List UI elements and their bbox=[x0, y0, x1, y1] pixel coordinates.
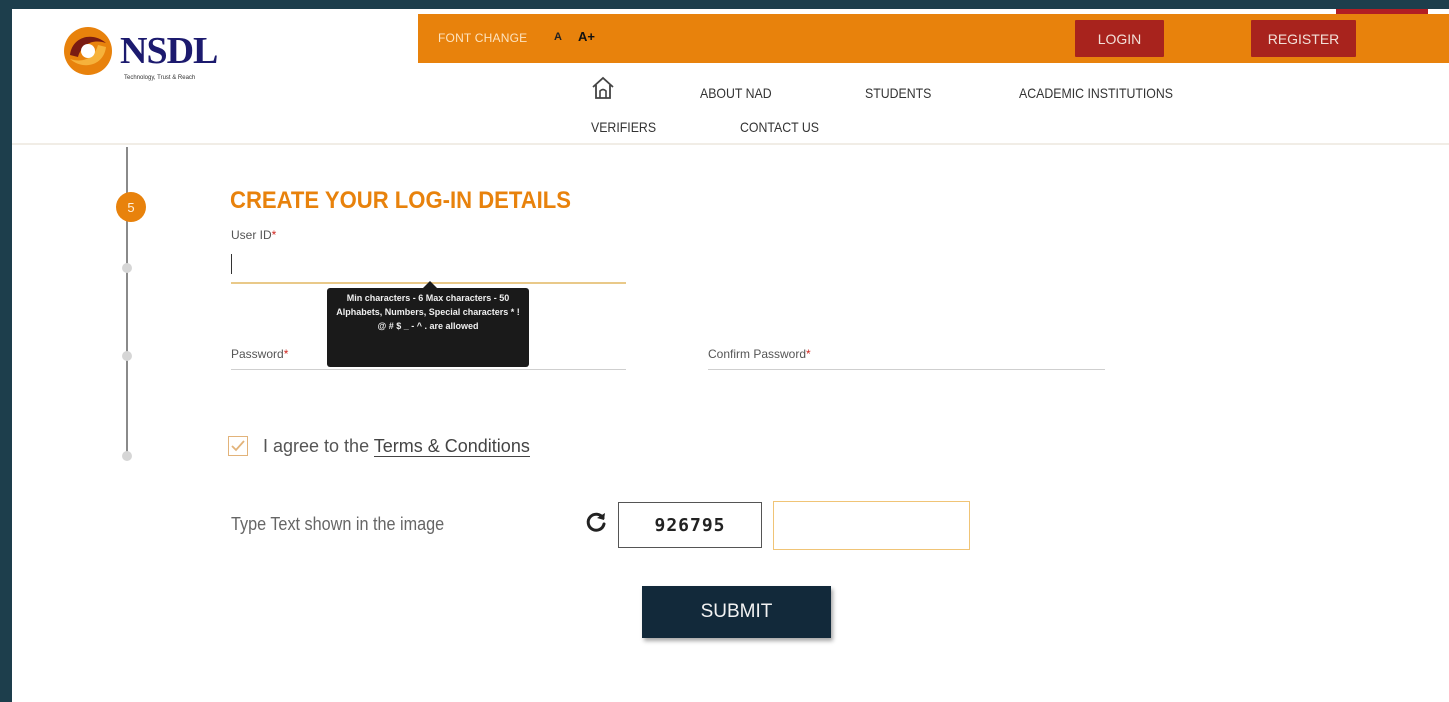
captcha-image: 926795 bbox=[618, 502, 762, 548]
page: NSDL Technology, Trust & Reach FONT CHAN… bbox=[12, 9, 1449, 702]
agree-text: I agree to the Terms & Conditions bbox=[263, 436, 530, 457]
confirm-password-input[interactable] bbox=[708, 369, 1105, 370]
terms-link[interactable]: Terms & Conditions bbox=[373, 436, 530, 457]
nav-students[interactable]: STUDENTS bbox=[865, 85, 931, 101]
user-id-input[interactable] bbox=[231, 249, 626, 281]
step-badge: 5 bbox=[116, 192, 146, 222]
header-divider bbox=[12, 143, 1449, 145]
home-icon[interactable] bbox=[590, 75, 616, 101]
nav-verifiers[interactable]: VERIFIERS bbox=[591, 119, 656, 135]
step-dot bbox=[122, 263, 132, 273]
captcha-label: Type Text shown in the image bbox=[231, 514, 445, 534]
font-change-label: FONT CHANGE bbox=[438, 31, 528, 45]
form-title: CREATE YOUR LOG-IN DETAILS bbox=[230, 187, 572, 214]
register-button[interactable]: REGISTER bbox=[1251, 20, 1356, 57]
logo-tagline: Technology, Trust & Reach bbox=[124, 75, 196, 81]
user-id-tooltip: Min characters - 6 Max characters - 50 A… bbox=[327, 288, 529, 367]
check-icon bbox=[231, 440, 245, 452]
password-label: Password* bbox=[231, 347, 289, 361]
captcha-input[interactable] bbox=[773, 501, 970, 550]
step-dot bbox=[122, 451, 132, 461]
font-small-button[interactable]: A bbox=[554, 31, 562, 43]
confirm-password-label: Confirm Password* bbox=[708, 347, 811, 361]
login-button[interactable]: LOGIN bbox=[1075, 20, 1164, 57]
password-input[interactable] bbox=[231, 369, 626, 370]
submit-button[interactable]: SUBMIT bbox=[642, 586, 831, 638]
user-id-label: User ID* bbox=[231, 228, 277, 242]
nav-about-nad[interactable]: ABOUT NAD bbox=[700, 85, 772, 101]
nav-contact-us[interactable]: CONTACT US bbox=[740, 119, 819, 135]
nsdl-logo-mark bbox=[64, 27, 112, 75]
nsdl-logo[interactable]: NSDL Technology, Trust & Reach bbox=[62, 25, 262, 95]
terms-checkbox[interactable] bbox=[228, 436, 248, 456]
step-dot bbox=[122, 351, 132, 361]
refresh-icon[interactable] bbox=[584, 510, 608, 534]
logo-text: NSDL bbox=[120, 30, 218, 72]
top-bar: FONT CHANGE A A+ LOGIN REGISTER bbox=[418, 14, 1449, 63]
tooltip-arrow bbox=[423, 281, 437, 288]
nav-academic-institutions[interactable]: ACADEMIC INSTITUTIONS bbox=[1019, 85, 1173, 101]
font-large-button[interactable]: A+ bbox=[578, 29, 595, 44]
